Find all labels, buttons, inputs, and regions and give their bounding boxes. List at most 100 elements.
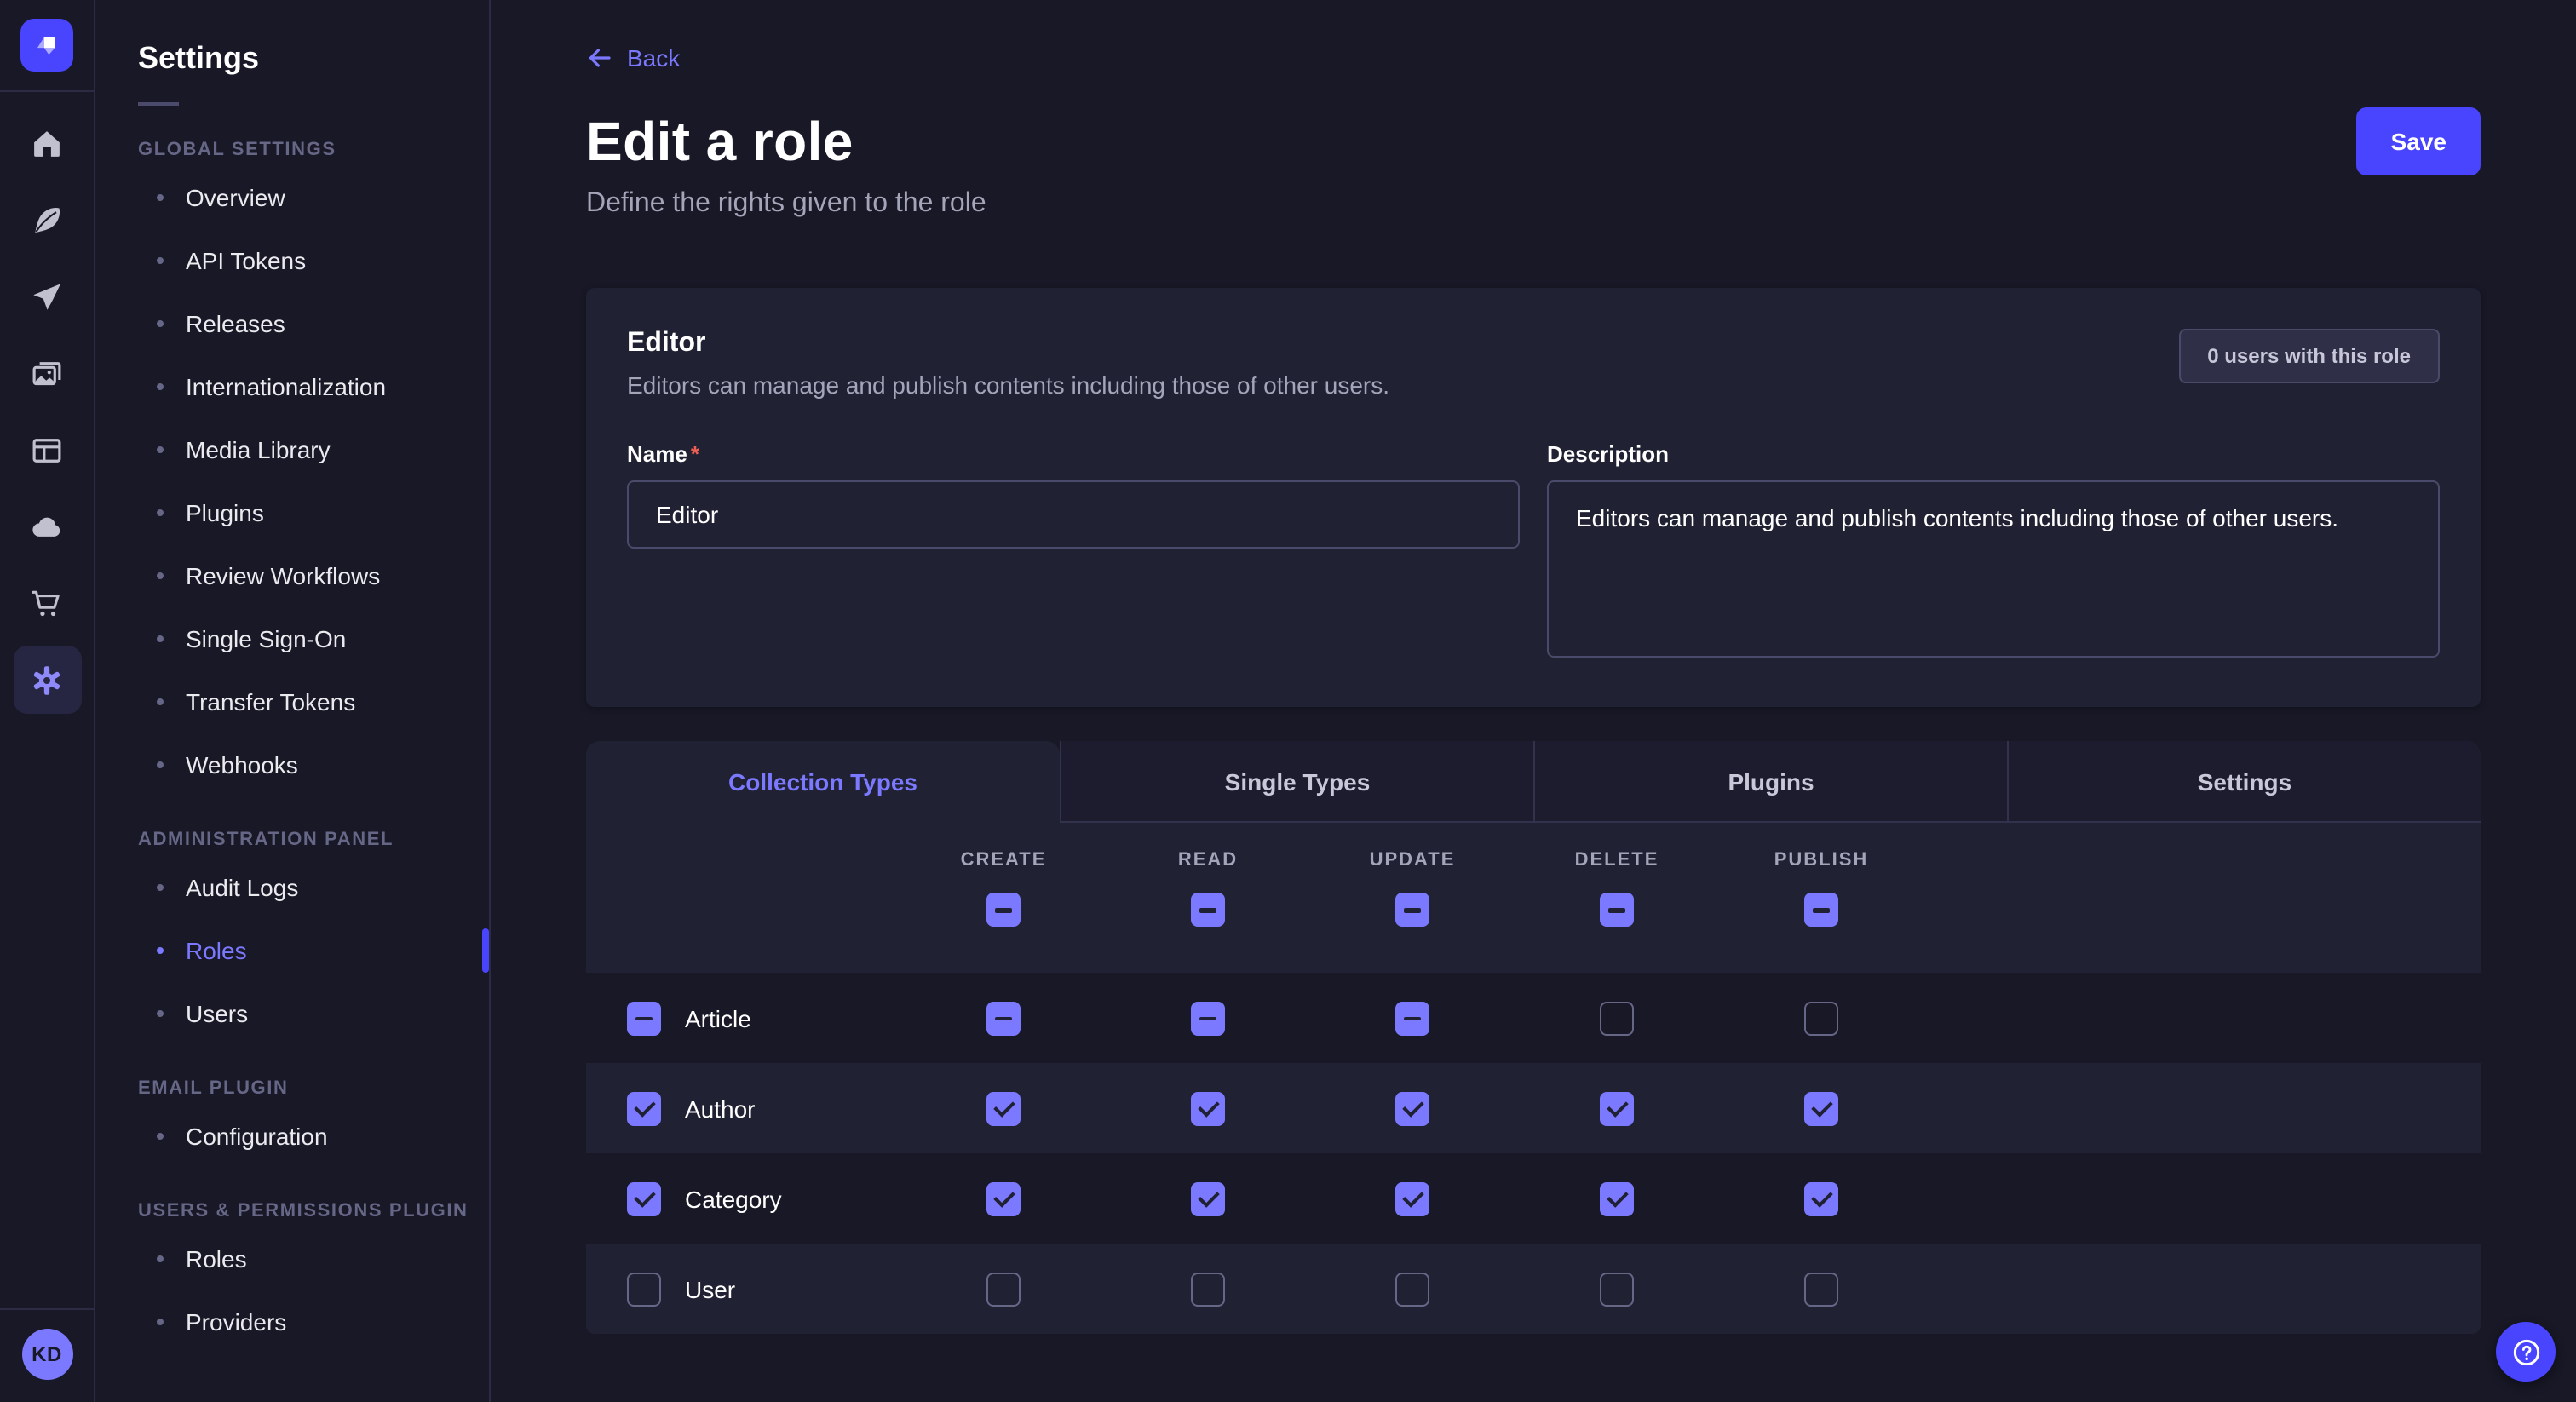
column-select-all-checkbox[interactable] (1191, 893, 1225, 927)
sidebar-item-roles[interactable]: Roles (138, 1227, 489, 1290)
rail-item-images[interactable] (13, 339, 81, 407)
rail-item-paper-plane[interactable] (13, 262, 81, 330)
page-subtitle: Define the rights given to the role (586, 189, 2481, 220)
main-nav-rail: KD (0, 0, 95, 1402)
cart-icon (29, 585, 65, 621)
sidebar-item-label: Users (186, 999, 248, 1026)
permission-cell-update (1310, 1181, 1515, 1215)
rail-item-cloud[interactable] (13, 492, 81, 560)
bullet-dot (157, 698, 164, 704)
row-name-cell: Category (586, 1181, 901, 1215)
content-type-name: User (685, 1275, 735, 1302)
permission-cell-read (1106, 1181, 1310, 1215)
images-icon (29, 355, 65, 391)
sidebar-item-review-workflows[interactable]: Review Workflows (138, 543, 489, 606)
column-select-all-checkbox[interactable] (1395, 893, 1429, 927)
rail-item-home[interactable] (13, 109, 81, 177)
row-select-checkbox[interactable] (627, 1091, 661, 1125)
sidebar-item-media-library[interactable]: Media Library (138, 417, 489, 480)
name-input[interactable] (627, 480, 1520, 549)
permission-checkbox[interactable] (1804, 1001, 1838, 1035)
row-select-checkbox[interactable] (627, 1272, 661, 1306)
sidebar-title: Settings (138, 41, 489, 77)
sidebar-item-configuration[interactable]: Configuration (138, 1104, 489, 1167)
permission-checkbox[interactable] (1395, 1091, 1429, 1125)
column-select-all-checkbox[interactable] (1804, 893, 1838, 927)
permission-checkbox[interactable] (1395, 1272, 1429, 1306)
permission-checkbox[interactable] (1804, 1091, 1838, 1125)
bullet-dot (157, 1255, 164, 1261)
permission-checkbox[interactable] (1191, 1091, 1225, 1125)
permission-cell-delete (1515, 1091, 1719, 1125)
bullet-dot (157, 445, 164, 452)
bullet-dot (157, 193, 164, 200)
permission-checkbox[interactable] (1600, 1272, 1634, 1306)
sidebar-item-single-sign-on[interactable]: Single Sign-On (138, 606, 489, 669)
avatar[interactable]: KD (21, 1329, 72, 1380)
permission-checkbox[interactable] (1600, 1001, 1634, 1035)
sidebar-item-plugins[interactable]: Plugins (138, 480, 489, 543)
rail-item-gear[interactable] (13, 646, 81, 714)
column-label: DELETE (1575, 850, 1659, 871)
permission-checkbox[interactable] (1804, 1181, 1838, 1215)
row-name-cell: Article (586, 1001, 901, 1035)
sidebar-item-label: Single Sign-On (186, 624, 346, 652)
row-select-checkbox[interactable] (627, 1001, 661, 1035)
name-field-group: Name* (627, 440, 1520, 666)
strapi-logo-icon[interactable] (20, 19, 73, 72)
sidebar-item-label: Providers (186, 1307, 286, 1335)
tab-collection-types[interactable]: Collection Types (586, 741, 1060, 823)
permission-cell-create (901, 1272, 1106, 1306)
tab-single-types[interactable]: Single Types (1060, 741, 1533, 823)
sidebar-item-transfer-tokens[interactable]: Transfer Tokens (138, 669, 489, 733)
permission-row-article: Article (586, 973, 2481, 1063)
column-select-all-checkbox[interactable] (986, 893, 1021, 927)
sidebar-item-label: Audit Logs (186, 873, 298, 900)
sidebar-item-webhooks[interactable]: Webhooks (138, 733, 489, 796)
back-link[interactable]: Back (586, 44, 680, 72)
sidebar-item-overview[interactable]: Overview (138, 165, 489, 228)
app-window: KD Settings GLOBAL SETTINGS OverviewAPI T… (0, 0, 2576, 1402)
permission-checkbox[interactable] (986, 1272, 1021, 1306)
permission-checkbox[interactable] (986, 1001, 1021, 1035)
save-button[interactable]: Save (2357, 107, 2481, 175)
permission-cell-read (1106, 1001, 1310, 1035)
tab-plugins[interactable]: Plugins (1533, 741, 2007, 823)
sidebar-section-label: GLOBAL SETTINGS (138, 140, 489, 160)
permission-checkbox[interactable] (1804, 1272, 1838, 1306)
sidebar-item-audit-logs[interactable]: Audit Logs (138, 855, 489, 918)
row-select-checkbox[interactable] (627, 1181, 661, 1215)
role-name-heading: Editor (627, 329, 1389, 359)
permission-checkbox[interactable] (1395, 1181, 1429, 1215)
permission-checkbox[interactable] (1191, 1181, 1225, 1215)
tab-settings[interactable]: Settings (2007, 741, 2481, 823)
sidebar-item-users[interactable]: Users (138, 981, 489, 1044)
sidebar-item-roles[interactable]: Roles (138, 918, 489, 981)
permission-checkbox[interactable] (986, 1181, 1021, 1215)
name-label: Name* (627, 441, 699, 467)
sidebar-item-providers[interactable]: Providers (138, 1290, 489, 1353)
rail-item-cart[interactable] (13, 569, 81, 637)
bullet-dot (157, 1132, 164, 1139)
rail-item-layout[interactable] (13, 416, 81, 484)
permission-checkbox[interactable] (1191, 1001, 1225, 1035)
bullet-dot (157, 319, 164, 326)
permission-checkbox[interactable] (1600, 1181, 1634, 1215)
permission-cell-update (1310, 1272, 1515, 1306)
description-textarea[interactable]: Editors can manage and publish contents … (1547, 480, 2440, 658)
permission-cell-create (901, 1001, 1106, 1035)
sidebar-item-releases[interactable]: Releases (138, 291, 489, 354)
permission-checkbox[interactable] (1191, 1272, 1225, 1306)
rail-item-feather[interactable] (13, 186, 81, 254)
permission-checkbox[interactable] (986, 1091, 1021, 1125)
users-with-role-button[interactable]: 0 users with this role (2178, 329, 2440, 383)
column-select-all-checkbox[interactable] (1600, 893, 1634, 927)
permissions-card: Collection TypesSingle TypesPluginsSetti… (586, 741, 2481, 1334)
permission-checkbox[interactable] (1395, 1001, 1429, 1035)
sidebar-item-api-tokens[interactable]: API Tokens (138, 228, 489, 291)
permission-checkbox[interactable] (1600, 1091, 1634, 1125)
logo-area (0, 0, 94, 92)
sidebar-item-internationalization[interactable]: Internationalization (138, 354, 489, 417)
help-button[interactable] (2496, 1322, 2556, 1382)
permission-cell-publish (1719, 1272, 1923, 1306)
